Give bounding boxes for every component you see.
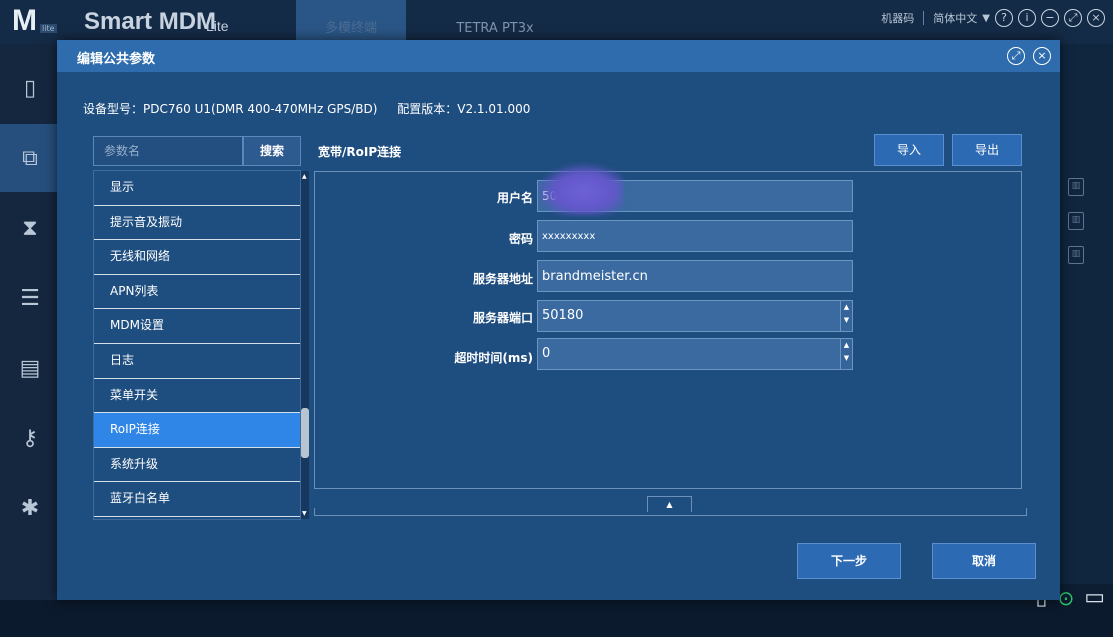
tab-multimode-terminal[interactable]: 多模终端 — [296, 0, 406, 44]
spin-arrows-icon[interactable]: ▲ ▼ — [840, 339, 852, 369]
list-item-wireless-network[interactable]: 无线和网络 — [94, 240, 300, 275]
server-port-stepper[interactable]: 50180 ▲ ▼ — [537, 300, 853, 332]
server-port-label: 服务器端口 — [472, 311, 533, 325]
app-logo: M — [12, 4, 37, 37]
list-item-log[interactable]: 日志 — [94, 344, 300, 379]
restore-icon[interactable]: ⤢ — [1064, 9, 1082, 27]
search-button[interactable]: 搜索 — [243, 136, 301, 166]
timeout-stepper[interactable]: 0 ▲ ▼ — [537, 338, 853, 370]
param-search-input[interactable] — [93, 136, 243, 166]
scroll-up-icon[interactable]: ▲ — [302, 173, 307, 180]
monitor-icon: ▭ — [1084, 585, 1105, 610]
divider — [923, 11, 925, 25]
trash-icon[interactable]: ▥ — [1068, 212, 1084, 230]
app-title: Smart MDM — [84, 8, 217, 35]
username-field[interactable] — [537, 180, 853, 212]
list-item-mdm-settings[interactable]: MDM设置 — [94, 309, 300, 344]
list-scrollbar[interactable]: ▲ ▼ — [301, 171, 309, 519]
close-icon[interactable]: × — [1087, 9, 1105, 27]
timeout-label: 超时时间(ms) — [454, 351, 533, 365]
timeout-value: 0 — [542, 346, 551, 361]
list-item-bluetooth-whitelist[interactable]: 蓝牙白名单 — [94, 482, 300, 517]
server-address-field[interactable] — [537, 260, 853, 292]
next-button[interactable]: 下一步 — [797, 543, 901, 579]
chevron-down-icon[interactable]: ▼ — [982, 13, 990, 24]
help-icon[interactable]: ? — [995, 9, 1013, 27]
list-item-display[interactable]: 显示 — [94, 171, 300, 206]
list-item-system-upgrade[interactable]: 系统升级 — [94, 448, 300, 483]
scrollbar-thumb[interactable] — [301, 408, 309, 458]
machine-code-link[interactable]: 机器码 — [881, 10, 914, 26]
list-item-sound-vibration[interactable]: 提示音及振动 — [94, 206, 300, 241]
config-version-value: V2.1.01.000 — [457, 102, 531, 116]
cancel-button[interactable]: 取消 — [932, 543, 1036, 579]
status-bar — [0, 600, 1113, 637]
device-info: 设备型号：PDC760 U1(DMR 400-470MHz GPS/BD) 配置… — [83, 100, 546, 117]
trash-icon[interactable]: ▥ — [1068, 246, 1084, 264]
scroll-down-icon[interactable]: ▼ — [302, 510, 307, 517]
list-settings-icon[interactable]: ☰ — [0, 264, 60, 332]
password-label: 密码 — [508, 232, 533, 246]
plugin-icon[interactable]: ✱ — [0, 474, 60, 542]
export-button[interactable]: 导出 — [952, 134, 1022, 166]
dialog-title: 编辑公共参数 — [77, 52, 156, 67]
list-item-menu-switch[interactable]: 菜单开关 — [94, 379, 300, 414]
background-table-edge — [1060, 44, 1113, 584]
config-version-label: 配置版本： — [397, 102, 458, 116]
id-card-icon[interactable]: ▤ — [0, 334, 60, 402]
list-item-roip-connection[interactable]: RoIP连接 — [94, 413, 300, 448]
device-copy-icon[interactable]: ⧉ — [0, 124, 60, 192]
expand-panel-icon[interactable]: ▲ — [647, 496, 692, 512]
list-item-apn-list[interactable]: APN列表 — [94, 275, 300, 310]
import-button[interactable]: 导入 — [874, 134, 944, 166]
app-logo-badge: lite — [40, 24, 57, 33]
minimize-icon[interactable]: − — [1041, 9, 1059, 27]
main-sidebar: ▯ ⧉ ⧗ ☰ ▤ ⚷ ✱ — [0, 44, 60, 637]
password-field[interactable] — [537, 220, 853, 252]
device-model-label: 设备型号： — [83, 102, 144, 116]
key-icon[interactable]: ⚷ — [0, 404, 60, 472]
app-header: M lite Smart MDM Lite 多模终端 TETRA PT3x 机器… — [0, 0, 1113, 44]
edit-params-dialog: 编辑公共参数 ⤢ × 设备型号：PDC760 U1(DMR 400-470MHz… — [57, 40, 1060, 600]
tab-tetra-pt3x[interactable]: TETRA PT3x — [420, 0, 570, 44]
server-address-label: 服务器地址 — [472, 272, 533, 286]
info-icon[interactable]: i — [1018, 9, 1036, 27]
breadcrumb: 宽带/RoIP连接 — [318, 145, 402, 159]
server-port-value: 50180 — [542, 308, 584, 323]
device-model-value: PDC760 U1(DMR 400-470MHz GPS/BD) — [143, 102, 378, 116]
app-title-suffix: Lite — [206, 18, 229, 34]
trash-icon[interactable]: ▥ — [1068, 178, 1084, 196]
username-label: 用户名 — [496, 191, 533, 205]
window-controls: 机器码 简体中文 ▼ ? i − ⤢ × — [881, 9, 1105, 27]
phone-icon[interactable]: ▯ — [0, 54, 60, 122]
dialog-header: 编辑公共参数 ⤢ × — [57, 40, 1060, 72]
hourglass-icon[interactable]: ⧗ — [0, 194, 60, 262]
spin-arrows-icon[interactable]: ▲ ▼ — [840, 301, 852, 331]
param-category-list: 显示 提示音及振动 无线和网络 APN列表 MDM设置 日志 菜单开关 RoIP… — [93, 170, 301, 520]
close-icon[interactable]: × — [1033, 47, 1051, 65]
restore-icon[interactable]: ⤢ — [1007, 47, 1025, 65]
language-select[interactable]: 简体中文 — [933, 10, 977, 26]
